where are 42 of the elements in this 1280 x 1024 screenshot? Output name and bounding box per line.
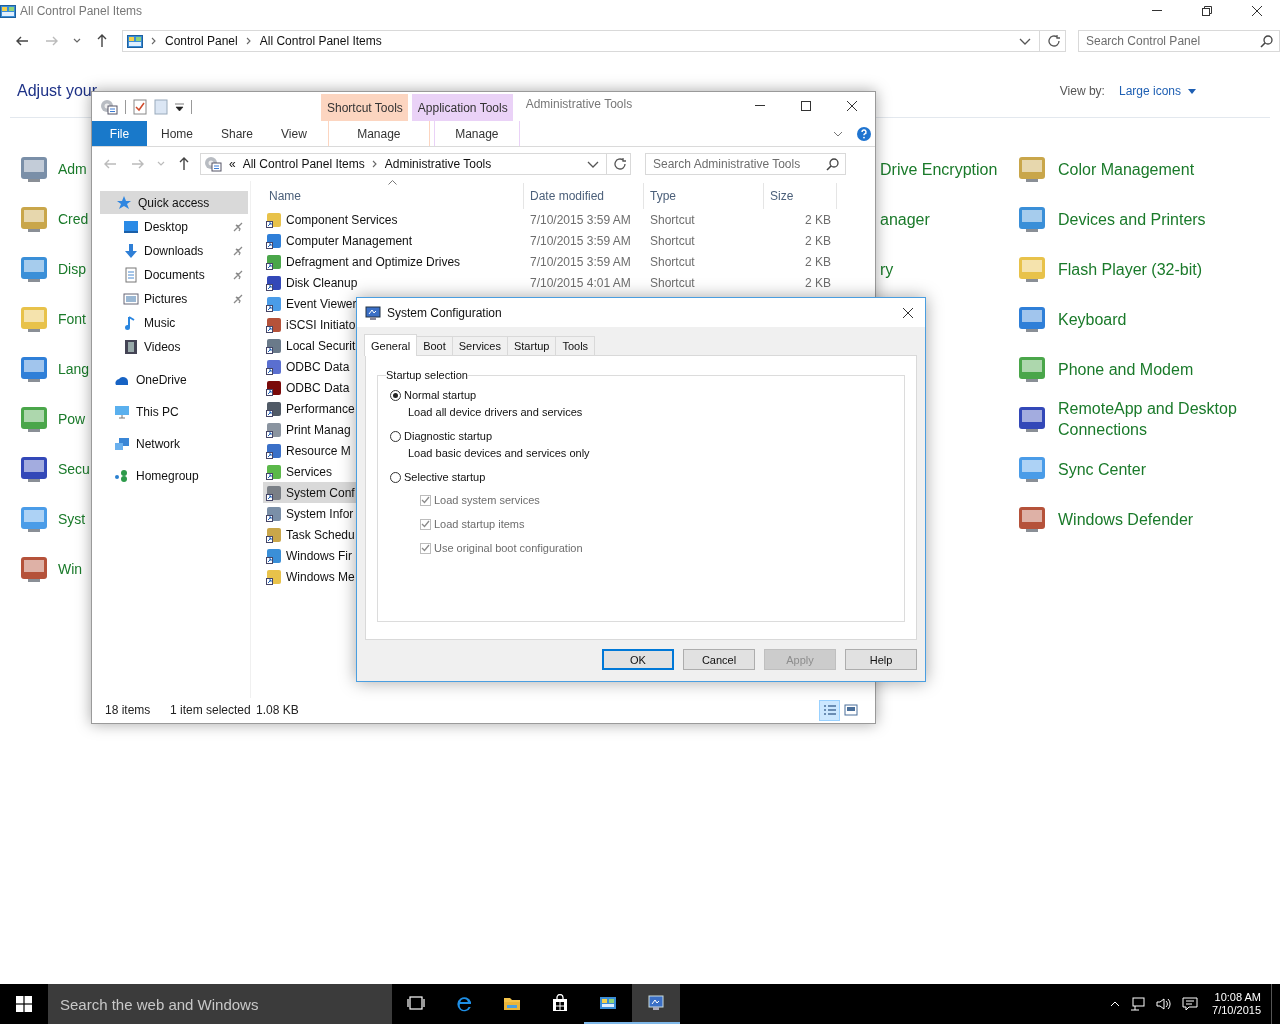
selection-count: 1 item selected — [170, 703, 252, 717]
file-name: Disk Cleanup — [286, 275, 358, 290]
date-modified: 7/10/2015 3:59 AM — [529, 233, 632, 248]
file-size: 2 KB — [804, 275, 832, 290]
file-size: 2 KB — [804, 254, 832, 269]
window-title: Administrative Tools — [525, 97, 633, 113]
file-type: Shortcut — [649, 212, 696, 227]
file-name: iSCSI Initiato — [286, 317, 356, 332]
file-name: ODBC Data — [286, 359, 350, 374]
group-title: Startup selection — [386, 369, 468, 381]
file-name: Task Schedu — [286, 527, 355, 542]
option-description: Load basic devices and services only — [408, 447, 591, 461]
context-tab-group: Application Tools — [411, 94, 513, 121]
file-name: System Infor — [286, 506, 354, 521]
window-title: System Configuration — [387, 305, 502, 320]
file-type: Shortcut — [649, 254, 696, 269]
file-name: Print Manag — [286, 422, 351, 437]
file-name: Event Viewer — [286, 296, 357, 311]
context-tab-group: Shortcut Tools — [321, 94, 408, 121]
date-modified: 7/10/2015 4:01 AM — [529, 275, 632, 290]
file-name: System Conf — [286, 485, 355, 500]
file-size: 2 KB — [804, 233, 832, 248]
file-name: ODBC Data — [286, 380, 350, 395]
file-type: Shortcut — [649, 275, 696, 290]
file-size: 2 KB — [804, 212, 832, 227]
file-type: Shortcut — [649, 233, 696, 248]
file-name: Local Securit — [286, 338, 356, 353]
item-count: 18 items — [105, 703, 152, 717]
file-name: Computer Management — [286, 233, 413, 248]
file-name: Windows Me — [286, 569, 355, 584]
window-title: All Control Panel Items — [20, 4, 143, 18]
view-by-label: View by: — [1059, 84, 1105, 98]
selection-size: 1.08 KB — [256, 703, 299, 717]
file-name: Resource M — [286, 443, 351, 458]
file-name: Services — [286, 464, 332, 479]
file-name: Component Services — [286, 212, 398, 227]
file-name: Performance — [286, 401, 355, 416]
file-name: Windows Fir — [286, 548, 352, 563]
option-description: Load all device drivers and services — [408, 406, 584, 420]
date-modified: 7/10/2015 3:59 AM — [529, 212, 632, 227]
date-modified: 7/10/2015 3:59 AM — [529, 254, 632, 269]
file-name: Defragment and Optimize Drives — [286, 254, 461, 269]
